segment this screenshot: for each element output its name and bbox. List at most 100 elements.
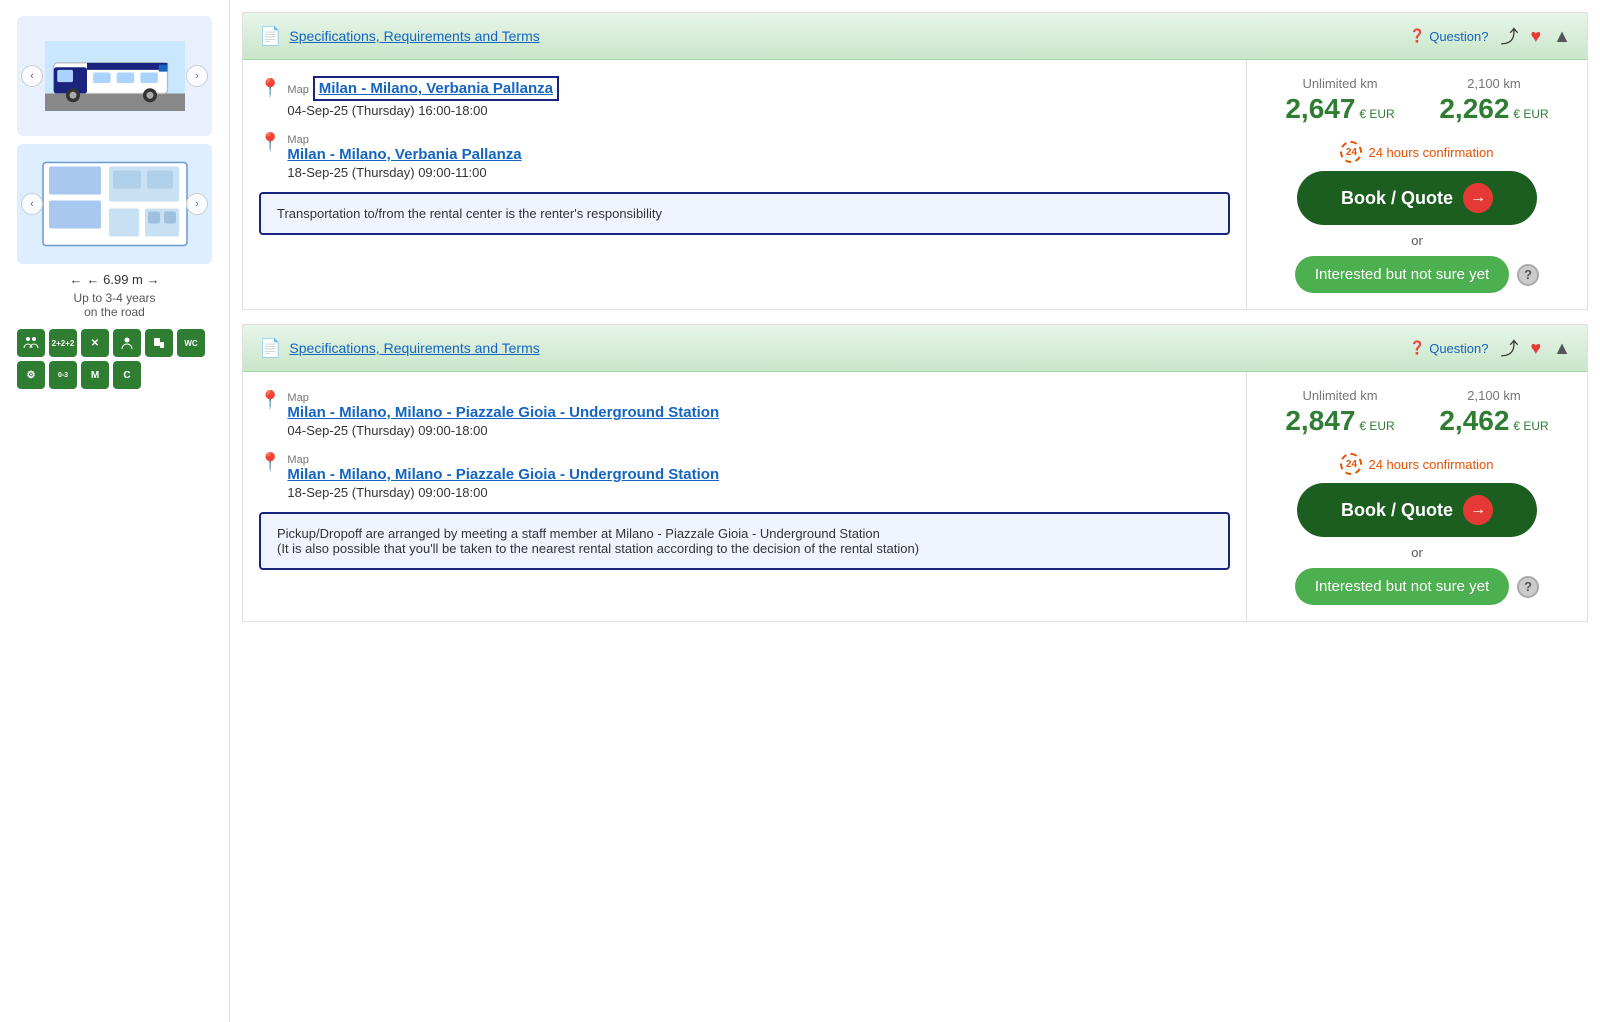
conf-circle-2: 24 (1340, 453, 1362, 475)
transport-note-1: Transportation to/from the rental center… (259, 192, 1230, 235)
dropoff-info-1: Map Milan - Milano, Verbania Pallanza 18… (287, 130, 1230, 180)
limited-currency-2: € EUR (1513, 419, 1548, 433)
collapse-icon-2[interactable]: ▲ (1553, 338, 1571, 359)
vehicle-size: ← ← 6.99 m → (70, 272, 160, 287)
dropoff-link-1[interactable]: Milan - Milano, Verbania Pallanza (287, 146, 1230, 163)
doc-icon-1: 📄 (259, 26, 281, 47)
limited-price-1: 2,262 (1439, 93, 1509, 124)
icon-c: ⚙ (17, 361, 45, 389)
floorplan-next-arrow[interactable]: › (186, 193, 208, 215)
share-icon-1[interactable]: ⤴ (1500, 23, 1518, 49)
pickup-row-1: 📍 Map Milan - Milano, Verbania Pallanza … (259, 76, 1230, 118)
icon-passengers (17, 329, 45, 357)
unlimited-currency-1: € EUR (1359, 107, 1394, 121)
listing-card-2: 📄 Specifications, Requirements and Terms… (242, 324, 1588, 622)
icon-c2: C (113, 361, 141, 389)
question-label-1: Question? (1429, 29, 1488, 44)
main-content: 📄 Specifications, Requirements and Terms… (230, 0, 1600, 1022)
book-btn-1[interactable]: Book / Quote → (1297, 171, 1537, 225)
interested-help-icon-1[interactable]: ? (1517, 264, 1539, 286)
or-text-2: or (1411, 545, 1423, 560)
dropoff-location-icon-1: 📍 (259, 132, 281, 153)
heart-icon-2[interactable]: ♥ (1530, 338, 1541, 359)
interested-label-1: Interested but not sure yet (1315, 266, 1489, 283)
heart-icon-1[interactable]: ♥ (1530, 26, 1541, 47)
unlimited-price-1: 2,647 (1285, 93, 1355, 124)
listing-card-1: 📄 Specifications, Requirements and Terms… (242, 12, 1588, 310)
book-label-1: Book / Quote (1341, 188, 1453, 209)
arrow-left: ← (70, 272, 83, 287)
collapse-icon-1[interactable]: ▲ (1553, 26, 1571, 47)
unlimited-currency-2: € EUR (1359, 419, 1394, 433)
interested-label-2: Interested but not sure yet (1315, 578, 1489, 595)
card-header-1: 📄 Specifications, Requirements and Terms… (243, 13, 1587, 60)
floorplan-photo: ‹ › (17, 144, 212, 264)
card-right-1: Unlimited km 2,647 € EUR 2,100 km 2,262 … (1247, 60, 1587, 309)
interested-btn-2[interactable]: Interested but not sure yet (1295, 568, 1509, 605)
interested-row-2: Interested but not sure yet ? (1295, 568, 1539, 605)
icon-x: ✕ (81, 329, 109, 357)
transport-note-2: Pickup/Dropoff are arranged by meeting a… (259, 512, 1230, 570)
limited-km-1: 2,100 km 2,262 € EUR (1439, 76, 1548, 125)
specs-link-1[interactable]: Specifications, Requirements and Terms (289, 28, 539, 44)
dropoff-info-2: Map Milan - Milano, Milano - Piazzale Gi… (287, 450, 1230, 500)
card-body-1: 📍 Map Milan - Milano, Verbania Pallanza … (243, 60, 1587, 309)
pickup-row-2: 📍 Map Milan - Milano, Milano - Piazzale … (259, 388, 1230, 438)
confirmation-badge-1: 24 24 hours confirmation (1340, 141, 1493, 163)
limited-label-1: 2,100 km (1439, 76, 1548, 91)
icons-row: 2+2+2 ✕ WC ⚙ 0-3 M C (17, 329, 212, 389)
confirmation-label-2: 24 hours confirmation (1368, 457, 1493, 472)
book-label-2: Book / Quote (1341, 500, 1453, 521)
dropoff-map-label-1: Map (287, 134, 308, 146)
km-options-1: Unlimited km 2,647 € EUR 2,100 km 2,262 … (1263, 76, 1571, 125)
photo-prev-arrow[interactable]: ‹ (21, 65, 43, 87)
interested-help-icon-2[interactable]: ? (1517, 576, 1539, 598)
book-arrow-2: → (1463, 495, 1493, 525)
book-btn-2[interactable]: Book / Quote → (1297, 483, 1537, 537)
size-label: ← 6.99 m → (87, 272, 160, 287)
doc-icon-2: 📄 (259, 338, 281, 359)
conf-circle-1: 24 (1340, 141, 1362, 163)
dropoff-datetime-2: 18-Sep-25 (Thursday) 09:00-18:00 (287, 485, 1230, 500)
question-btn-1[interactable]: ❓ Question? (1409, 28, 1488, 44)
pickup-info-1: Map Milan - Milano, Verbania Pallanza 04… (287, 76, 1230, 118)
dropoff-datetime-1: 18-Sep-25 (Thursday) 09:00-11:00 (287, 165, 1230, 180)
card-left-1: 📍 Map Milan - Milano, Verbania Pallanza … (243, 60, 1247, 309)
card-body-2: 📍 Map Milan - Milano, Milano - Piazzale … (243, 372, 1587, 621)
interested-btn-1[interactable]: Interested but not sure yet (1295, 256, 1509, 293)
dropoff-row-2: 📍 Map Milan - Milano, Milano - Piazzale … (259, 450, 1230, 500)
unlimited-price-2: 2,847 (1285, 405, 1355, 436)
dropoff-map-label-2: Map (287, 454, 308, 466)
pickup-link-1[interactable]: Milan - Milano, Verbania Pallanza (313, 76, 559, 101)
or-text-1: or (1411, 233, 1423, 248)
card-header-2: 📄 Specifications, Requirements and Terms… (243, 325, 1587, 372)
dropoff-link-2[interactable]: Milan - Milano, Milano - Piazzale Gioia … (287, 466, 1230, 483)
sidebar: ‹ (0, 0, 230, 1022)
pickup-location-icon-2: 📍 (259, 390, 281, 411)
question-icon-2: ❓ (1409, 340, 1425, 356)
interested-row-1: Interested but not sure yet ? (1295, 256, 1539, 293)
book-arrow-1: → (1463, 183, 1493, 213)
dropoff-location-icon-2: 📍 (259, 452, 281, 473)
pickup-info-2: Map Milan - Milano, Milano - Piazzale Gi… (287, 388, 1230, 438)
confirmation-badge-2: 24 24 hours confirmation (1340, 453, 1493, 475)
vehicle-illustration (45, 36, 185, 116)
unlimited-label-2: Unlimited km (1285, 388, 1394, 403)
icon-wc: WC (177, 329, 205, 357)
photo-next-arrow[interactable]: › (186, 65, 208, 87)
share-icon-2[interactable]: ⤴ (1500, 335, 1518, 361)
specs-link-2[interactable]: Specifications, Requirements and Terms (289, 340, 539, 356)
pickup-map-label-2: Map (287, 392, 308, 404)
limited-km-2: 2,100 km 2,462 € EUR (1439, 388, 1548, 437)
question-btn-2[interactable]: ❓ Question? (1409, 340, 1488, 356)
icon-people-b (113, 329, 141, 357)
question-icon-1: ❓ (1409, 28, 1425, 44)
floorplan-prev-arrow[interactable]: ‹ (21, 193, 43, 215)
limited-price-2: 2,462 (1439, 405, 1509, 436)
unlimited-km-2: Unlimited km 2,847 € EUR (1285, 388, 1394, 437)
limited-label-2: 2,100 km (1439, 388, 1548, 403)
card-header-left-2: 📄 Specifications, Requirements and Terms (259, 338, 540, 359)
question-label-2: Question? (1429, 341, 1488, 356)
pickup-link-2[interactable]: Milan - Milano, Milano - Piazzale Gioia … (287, 404, 1230, 421)
pickup-datetime-1: 04-Sep-25 (Thursday) 16:00-18:00 (287, 103, 1230, 118)
